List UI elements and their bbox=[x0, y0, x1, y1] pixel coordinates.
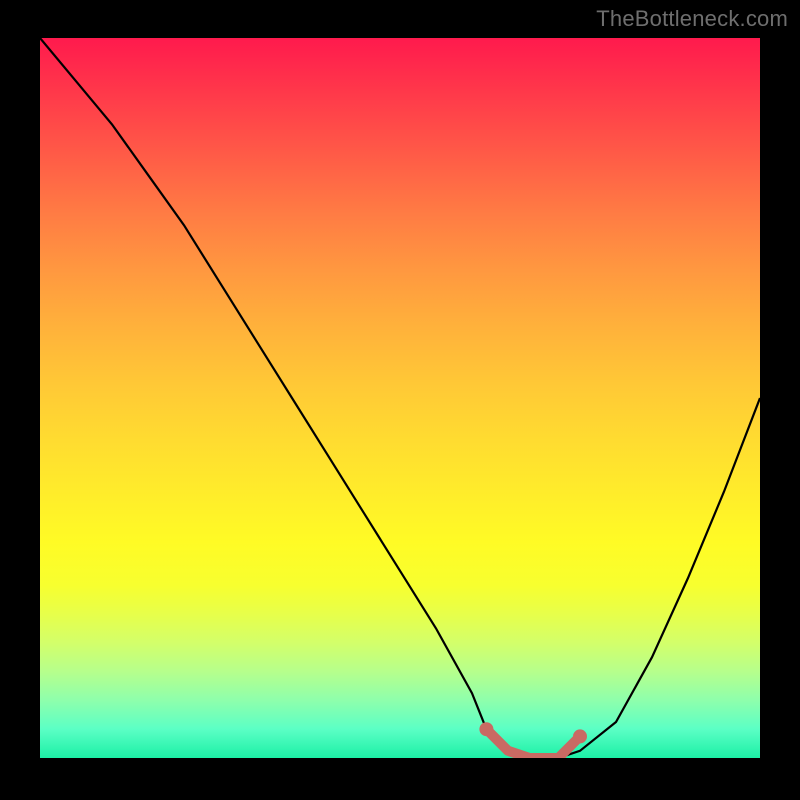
bottleneck-curve bbox=[40, 38, 760, 758]
marker-end-dot bbox=[573, 729, 587, 743]
watermark-text: TheBottleneck.com bbox=[596, 6, 788, 32]
plot-area bbox=[40, 38, 760, 758]
chart-svg bbox=[40, 38, 760, 758]
optimal-range-marker bbox=[486, 729, 580, 758]
chart-frame: TheBottleneck.com bbox=[0, 0, 800, 800]
marker-start-dot bbox=[479, 722, 493, 736]
